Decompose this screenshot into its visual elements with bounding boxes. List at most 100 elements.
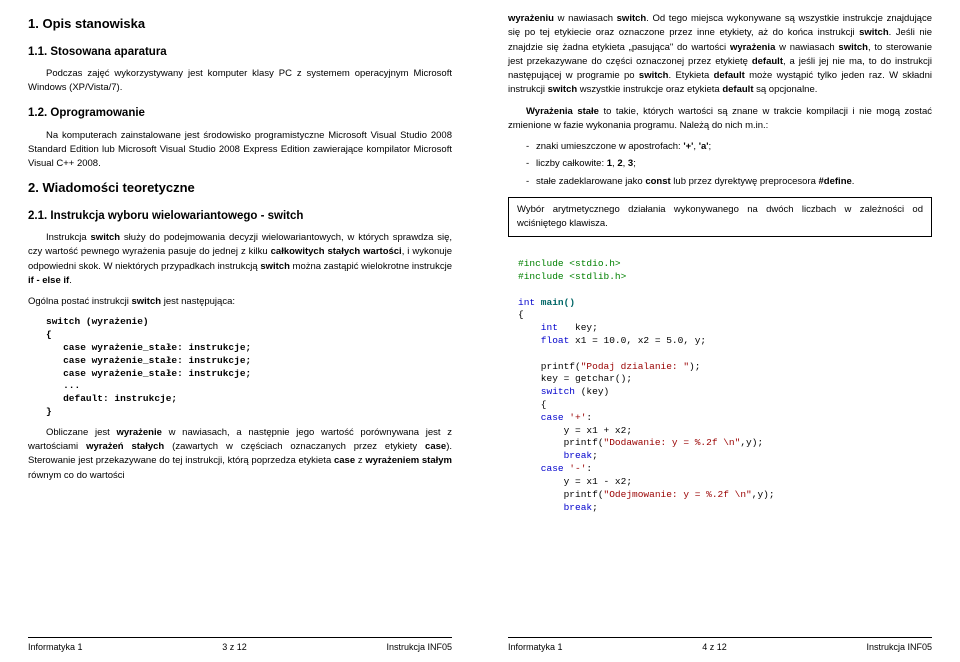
str: "Podaj dzialanie: " [581, 361, 689, 372]
para-switch-form: Ogólna postać instrukcji switch jest nas… [28, 295, 452, 309]
call: printf( [518, 437, 604, 448]
colon: : [586, 412, 592, 423]
semi: ; [592, 450, 598, 461]
kw-default: default [752, 56, 783, 67]
stmt: y = x1 + x2; [518, 425, 632, 436]
text: wszystkie instrukcje oraz etykieta [577, 84, 722, 95]
kw-break: break [518, 502, 592, 513]
kw-const-expr: Wyrażenia stałe [526, 106, 599, 117]
text: liczby całkowite: [536, 158, 607, 169]
text: stałe zadeklarowane jako [536, 176, 645, 187]
kw-switch: switch [91, 232, 121, 243]
kw-switch: switch [639, 70, 669, 81]
footer-right: Informatyka 1 4 z 12 Instrukcja INF05 [508, 637, 932, 655]
text: (zawartych w częściach oznaczanych przez… [164, 441, 425, 452]
kw-switch: switch [518, 386, 575, 397]
kw-switch: switch [260, 261, 290, 272]
heading-2: 2. Wiadomości teoretyczne [28, 178, 452, 198]
text: Obliczane jest [46, 427, 116, 438]
kw-default: default [722, 84, 753, 95]
kw-break: break [518, 450, 592, 461]
footer-doc: Instrukcja INF05 [866, 641, 932, 655]
text: lub przez dyrektywę preprocesora [671, 176, 819, 187]
include: #include <stdio.h> [518, 258, 621, 269]
brace: { [518, 399, 547, 410]
para-switch-behavior: Obliczane jest wyrażenie w nawiasach, a … [28, 426, 452, 483]
footer-course: Informatyka 1 [508, 641, 563, 655]
kw-switch: switch [859, 27, 889, 38]
call: ,y); [752, 489, 775, 500]
heading-2-1: 2.1. Instrukcja wyboru wielowariantowego… [28, 208, 452, 225]
kw: wyrażenia [730, 42, 775, 53]
colon: : [586, 463, 592, 474]
heading-1-2: 1.2. Oprogramowanie [28, 105, 452, 122]
footer-page: 4 z 12 [702, 641, 727, 655]
kw-switch: switch [617, 13, 647, 24]
kw-default: default [714, 70, 745, 81]
list-item-const: stałe zadeklarowane jako const lub przez… [526, 175, 932, 189]
kw-expression: wyrażenie [116, 427, 161, 438]
para-switch-cont: wyrażeniu w nawiasach switch. Od tego mi… [508, 12, 932, 98]
text: ; [633, 158, 636, 169]
text: ; [709, 141, 712, 152]
char: '-' [564, 463, 587, 474]
kw-switch: switch [548, 84, 578, 95]
footer-course: Informatyka 1 [28, 641, 83, 655]
call: printf( [518, 489, 604, 500]
list-const-types: znaki umieszczone w apostrofach: '+', 'a… [526, 140, 932, 189]
page-right-content: wyrażeniu w nawiasach switch. Od tego mi… [508, 12, 932, 631]
call: ); [689, 361, 700, 372]
kw: wyrażeniu [508, 13, 554, 24]
code-content: switch (wyrażenie) { case wyrażenie_stał… [46, 316, 251, 417]
footer-page: 3 z 12 [222, 641, 247, 655]
para-const-expr: Wyrażenia stałe to takie, których wartoś… [508, 105, 932, 134]
char: '+' [564, 412, 587, 423]
decl: key; [558, 322, 598, 333]
str: "Odejmowanie: y = %.2f \n" [604, 489, 752, 500]
list-item-ints: liczby całkowite: 1, 2, 3; [526, 157, 932, 171]
heading-1: 1. Opis stanowiska [28, 14, 452, 34]
kw-case: case [425, 441, 446, 452]
kw-const-values: całkowitych stałych wartości [271, 246, 402, 257]
text: Ogólna postać instrukcji [28, 296, 132, 307]
kw-switch: switch [838, 42, 868, 53]
str: "Dodawanie: y = %.2f \n" [604, 437, 741, 448]
para-software: Na komputerach zainstalowane jest środow… [28, 129, 452, 172]
include: #include <stdlib.h> [518, 271, 626, 282]
page-left: 1. Opis stanowiska 1.1. Stosowana aparat… [0, 0, 480, 662]
text: są opcjonalne. [753, 84, 817, 95]
expr: (key) [575, 386, 609, 397]
fn-main: main() [535, 297, 575, 308]
text: jest następująca: [161, 296, 235, 307]
call: ,y); [740, 437, 763, 448]
footer-left: Informatyka 1 3 z 12 Instrukcja INF05 [28, 637, 452, 655]
text: równym co do wartości [28, 470, 125, 481]
kw-float: float [518, 335, 569, 346]
text: . [852, 176, 855, 187]
kw-case: case [518, 412, 564, 423]
text: można zastąpić wielokrotne instrukcje [290, 261, 452, 272]
kw-switch: switch [132, 296, 162, 307]
kw-case: case [518, 463, 564, 474]
kw-int: int [518, 297, 535, 308]
para-switch-intro: Instrukcja switch służy do podejmowania … [28, 231, 452, 288]
text: z [355, 455, 365, 466]
kw-int: int [518, 322, 558, 333]
text: w nawiasach [775, 42, 838, 53]
page-left-content: 1. Opis stanowiska 1.1. Stosowana aparat… [28, 12, 452, 631]
kw-const: const [645, 176, 670, 187]
text: . Etykieta [668, 70, 713, 81]
code-example: #include <stdio.h> #include <stdlib.h> i… [518, 245, 932, 514]
text: w nawiasach [554, 13, 617, 24]
call: printf( [518, 361, 581, 372]
list-item-chars: znaki umieszczone w apostrofach: '+', 'a… [526, 140, 932, 154]
page-right: wyrażeniu w nawiasach switch. Od tego mi… [480, 0, 960, 662]
semi: ; [592, 502, 598, 513]
lit: '+' [683, 141, 693, 152]
lit: 'a' [699, 141, 709, 152]
heading-1-1: 1.1. Stosowana aparatura [28, 44, 452, 61]
text: Instrukcja [46, 232, 91, 243]
text: znaki umieszczone w apostrofach: [536, 141, 683, 152]
footer-doc: Instrukcja INF05 [386, 641, 452, 655]
kw-const-expr: wyrażeń stałych [86, 441, 164, 452]
